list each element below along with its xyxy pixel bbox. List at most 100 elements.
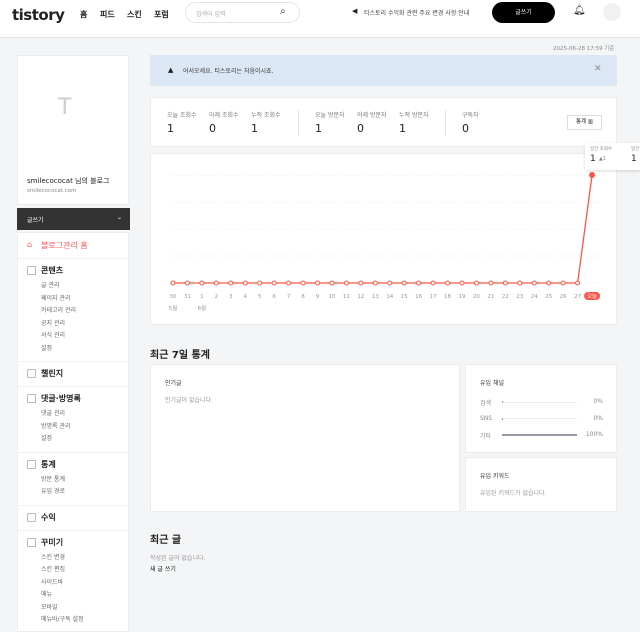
sidebar-section-5[interactable]: 꾸미기: [41, 537, 63, 548]
x-tick-label: 17: [430, 294, 437, 300]
x-tick-label: 16: [415, 294, 422, 300]
blog-url[interactable]: smilecococat.com: [27, 188, 77, 194]
sidebar-item[interactable]: 설정: [41, 433, 52, 442]
data-point: [199, 280, 205, 286]
stat-label: 어제 조회수: [209, 112, 239, 119]
sidebar-item[interactable]: 사이드바: [41, 577, 63, 586]
sidebar-item[interactable]: 메뉴바/구독 설정: [41, 614, 84, 623]
stat-label: 구독자: [462, 112, 479, 119]
recent7-title: 최근 7일 통계: [150, 350, 210, 361]
nav-feed[interactable]: 피드: [100, 9, 115, 20]
search-icon[interactable]: ⌕: [280, 6, 286, 17]
chevron-down-icon[interactable]: ⌄: [117, 214, 122, 221]
stat-value: 1: [315, 122, 322, 135]
stat-label: 누적 조회수: [251, 112, 281, 119]
close-icon[interactable]: ✕: [594, 64, 602, 74]
data-point: [184, 280, 190, 286]
divider: [18, 451, 129, 453]
x-tick-label: 10: [328, 294, 335, 300]
x-tick-label: 오늘: [587, 293, 597, 300]
channel-pct: 0%: [593, 398, 603, 405]
x-tick-label: 30: [170, 294, 177, 300]
recent-posts-title: 최근 글: [150, 535, 182, 546]
keyword-card: [465, 457, 617, 512]
sidebar-section-0[interactable]: 콘텐츠: [41, 265, 63, 276]
welcome-text: 어서오세요. 티스토리는 처음이시죠.: [183, 68, 274, 75]
sidebar-write-button[interactable]: 글쓰기 ⌄: [17, 208, 130, 230]
x-tick-label: 6: [272, 294, 276, 300]
data-point: [228, 280, 234, 286]
sidebar-section-3[interactable]: 통계: [41, 459, 56, 470]
divider: [298, 110, 299, 136]
x-tick-label: 26: [560, 294, 567, 300]
data-point: [430, 280, 436, 286]
nav-home[interactable]: 홈: [80, 9, 87, 20]
sidebar-section-4[interactable]: 수익: [41, 512, 56, 523]
nav-forum[interactable]: 포럼: [154, 9, 169, 20]
stats-button-label: 통계: [575, 119, 587, 125]
channel-name: SNS: [480, 414, 493, 422]
divider: [18, 361, 129, 362]
sidebar-item[interactable]: 서식 관리: [41, 330, 65, 339]
stat-value: 1: [399, 122, 406, 135]
write-button[interactable]: 글쓰기: [492, 2, 555, 23]
data-point: [575, 280, 581, 286]
data-point: [473, 280, 479, 286]
data-point: [329, 280, 335, 286]
sidebar-item[interactable]: 메뉴: [41, 589, 52, 598]
x-tick-label: 9: [316, 294, 320, 300]
sidebar-item[interactable]: 스킨 편집: [41, 564, 65, 573]
sidebar-item[interactable]: 카테고리 관리: [41, 305, 76, 314]
keyword-empty: 유입된 키워드가 없습니다.: [480, 490, 547, 497]
sidebar-item[interactable]: 페이지 관리: [41, 293, 71, 302]
sidebar-section-2[interactable]: 댓글·방명록: [41, 393, 81, 404]
channel-bar-fill: [502, 401, 503, 403]
x-tick-label: 3: [229, 294, 233, 300]
x-tick-label: 2: [215, 294, 219, 300]
channel-name: 검색: [480, 400, 492, 407]
sidebar-item[interactable]: 스킨 변경: [41, 552, 65, 561]
new-post-link[interactable]: 새 글 쓰기: [150, 564, 176, 573]
sidebar-item[interactable]: 유입 경로: [41, 486, 65, 495]
x-tick-label: 19: [459, 294, 466, 300]
stats-button[interactable]: 통계 ▥: [567, 115, 602, 130]
data-point: [213, 280, 219, 286]
sidebar-section-1[interactable]: 챌린지: [41, 368, 63, 379]
chart-tooltip: 일간 조회수 1 ▲1 일간 1: [585, 143, 640, 170]
section-icon: [27, 459, 36, 469]
write-label: 글쓰기: [27, 217, 44, 224]
channel-name: 기타: [480, 433, 492, 440]
data-point: [343, 280, 349, 286]
divider: [18, 386, 129, 387]
avatar[interactable]: [603, 3, 621, 21]
month-label: 5월: [169, 304, 178, 312]
sidebar-item[interactable]: 모바일: [41, 602, 58, 611]
announcement-link[interactable]: 티스토리 수익화 관련 주요 변경 사항 안내: [364, 8, 469, 17]
tooltip-value: 1: [631, 154, 637, 164]
sidebar-item[interactable]: 댓글 관리: [41, 408, 65, 417]
stat-label: 어제 방문자: [357, 112, 387, 119]
section-icon: [27, 512, 36, 522]
bell-icon[interactable]: 🔔︎: [573, 5, 586, 16]
x-tick-label: 24: [531, 294, 538, 300]
sidebar-item-home[interactable]: 블로그관리 홈: [41, 240, 88, 251]
sidebar-item[interactable]: 방명록 관리: [41, 421, 71, 430]
section-icon: [27, 537, 36, 547]
stat-value: 0: [462, 122, 469, 135]
blog-name[interactable]: smilecococat 님의 블로그: [27, 176, 109, 186]
sidebar-item[interactable]: 방문 통계: [41, 474, 65, 483]
nav-skin[interactable]: 스킨: [127, 9, 142, 20]
tooltip-label: 일간: [631, 147, 640, 152]
sidebar-item[interactable]: 설정: [41, 343, 52, 352]
sidebar-item[interactable]: 글 관리: [41, 280, 59, 289]
x-tick-label: 4: [244, 294, 248, 300]
tistory-logo[interactable]: tistory: [12, 6, 65, 24]
bar-chart-icon: ▥: [587, 119, 594, 125]
warning-icon: ▲: [168, 66, 174, 74]
channel-bar-fill: [502, 417, 503, 420]
x-tick-label: 27: [574, 294, 581, 300]
x-tick-label: 21: [487, 294, 494, 300]
sidebar-item[interactable]: 공지 관리: [41, 318, 65, 327]
data-point: [286, 280, 292, 286]
divider: [18, 504, 129, 506]
